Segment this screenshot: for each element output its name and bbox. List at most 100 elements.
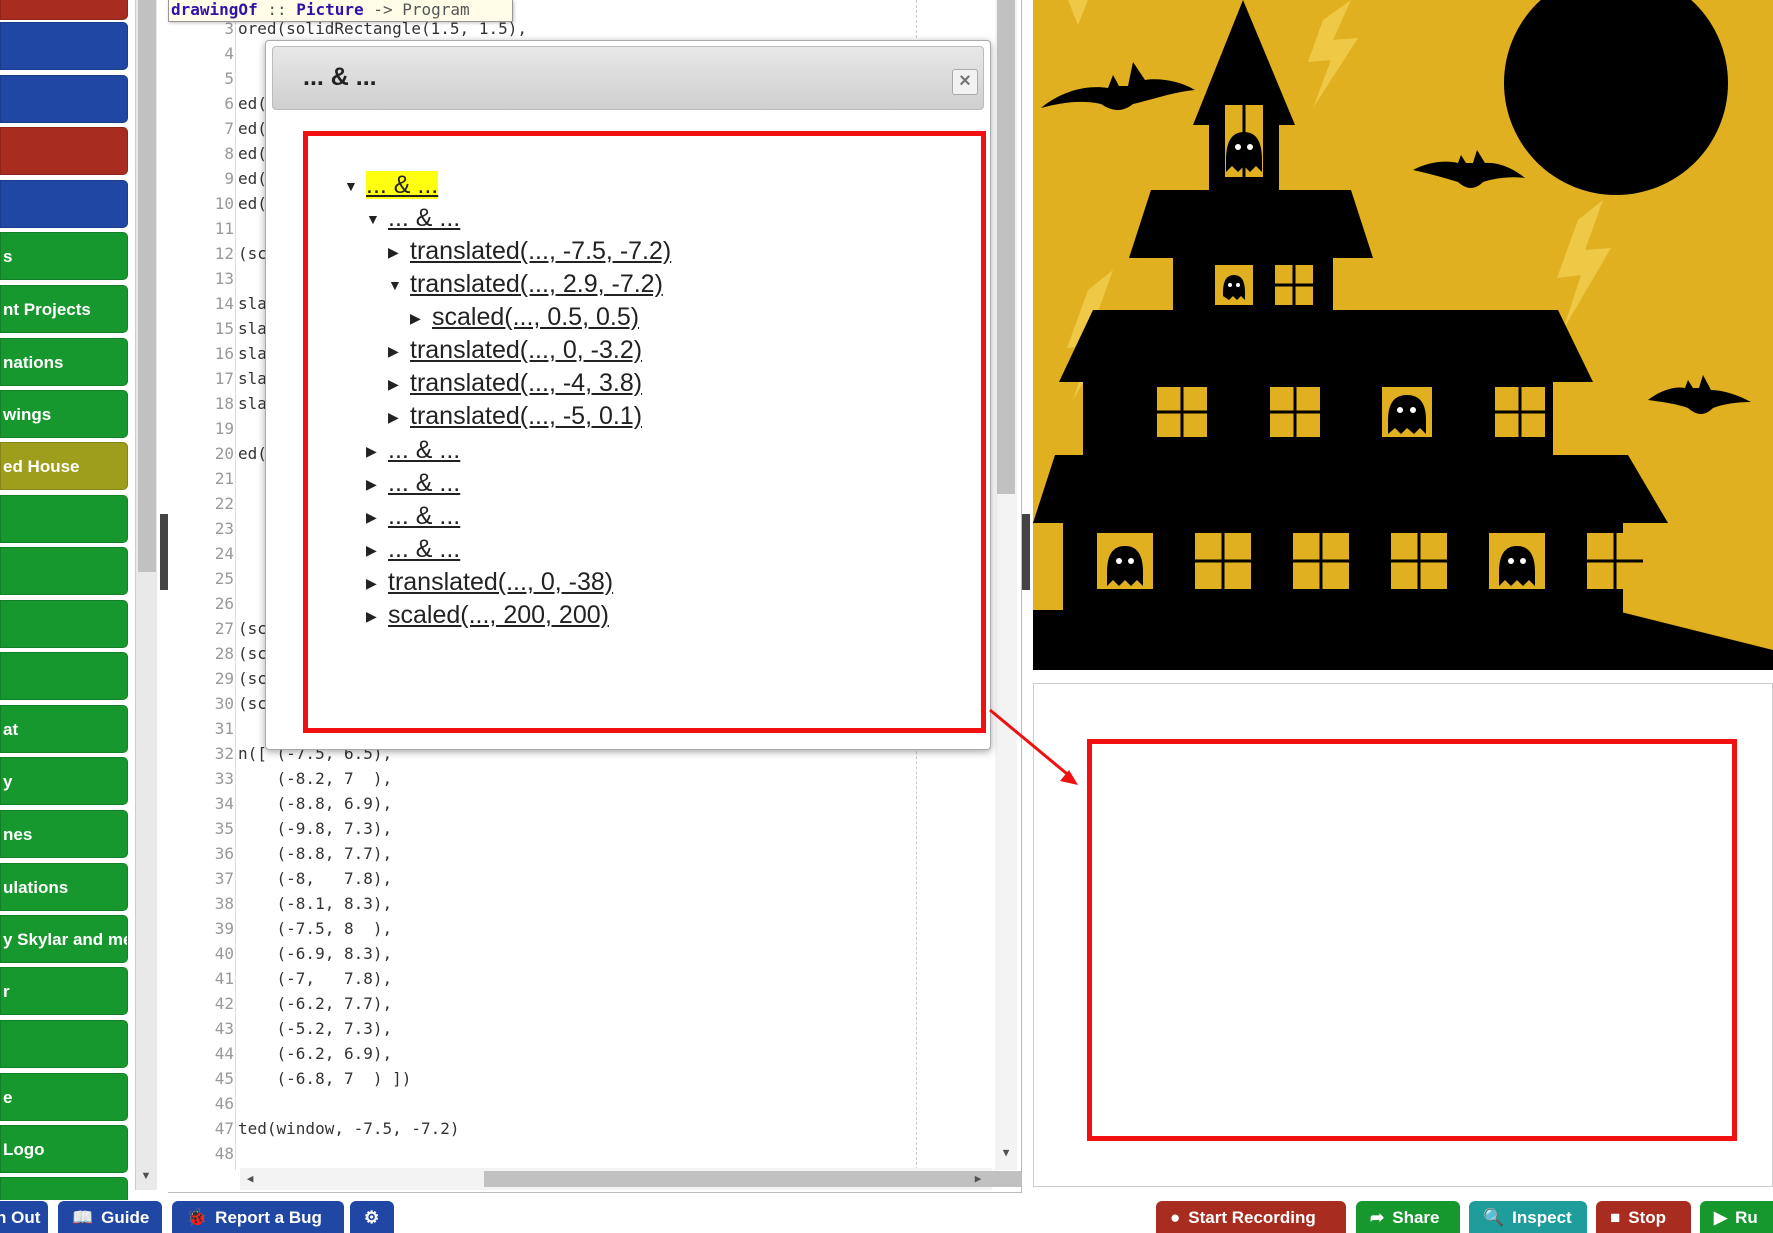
tree-node-label[interactable]: translated(..., -4, 3.8) <box>410 369 642 397</box>
run-button[interactable]: ▶ Ru <box>1700 1201 1773 1233</box>
sidebar-item-5[interactable]: s <box>0 232 128 280</box>
scroll-down-arrow-icon[interactable]: ▼ <box>997 1143 1015 1163</box>
collapse-triangle-icon[interactable]: ▼ <box>388 277 410 293</box>
code-line[interactable]: sla <box>238 291 267 316</box>
sidebar-item-1[interactable] <box>0 22 128 70</box>
code-line[interactable]: sla <box>238 366 267 391</box>
sidebar-item-22[interactable]: Logo <box>0 1125 128 1173</box>
tree-node-label[interactable]: translated(..., 0, -3.2) <box>410 336 642 364</box>
code-line[interactable]: (-8.8, 7.7), <box>238 841 393 866</box>
tree-node-label[interactable]: scaled(..., 0.5, 0.5) <box>432 303 639 331</box>
tree-node-label[interactable]: translated(..., 0, -38) <box>388 568 613 596</box>
dialog-titlebar[interactable]: ... & ... × <box>272 46 984 110</box>
scroll-down-arrow-icon[interactable]: ▼ <box>136 1166 156 1186</box>
output-canvas[interactable] <box>1033 0 1773 670</box>
sidebar-item-6[interactable]: nt Projects <box>0 285 128 333</box>
tree-node[interactable]: ▶ translated(..., 0, -3.2) <box>388 336 642 365</box>
tree-node-label[interactable]: scaled(..., 200, 200) <box>388 601 609 629</box>
inspect-button[interactable]: 🔍 Inspect <box>1469 1201 1587 1233</box>
code-line[interactable]: (-6.8, 7 ) ]) <box>238 1066 412 1091</box>
start-recording-button[interactable]: ● Start Recording <box>1156 1201 1346 1233</box>
sidebar-item-10[interactable] <box>0 495 128 543</box>
tree-node[interactable]: ▶ scaled(..., 0.5, 0.5) <box>410 303 639 332</box>
sidebar-splitter[interactable] <box>160 514 168 590</box>
code-line[interactable]: ted(window, -7.5, -7.2) <box>238 1116 460 1141</box>
guide-button[interactable]: 📖 Guide <box>58 1201 162 1233</box>
sidebar-item-0[interactable] <box>0 0 128 20</box>
expand-triangle-icon[interactable]: ▶ <box>410 310 432 327</box>
code-line[interactable]: (-8.1, 8.3), <box>238 891 393 916</box>
sidebar-item-2[interactable] <box>0 75 128 123</box>
debug-button[interactable]: ⚙ <box>350 1201 394 1233</box>
expand-triangle-icon[interactable]: ▶ <box>388 409 410 426</box>
code-line[interactable]: (-6.2, 7.7), <box>238 991 393 1016</box>
code-line[interactable]: ed( <box>238 166 267 191</box>
tree-node[interactable]: ▶ translated(..., -7.5, -7.2) <box>388 237 671 266</box>
tree-node-label[interactable]: ... & ... <box>388 469 460 497</box>
code-line[interactable]: ed( <box>238 191 267 216</box>
code-line[interactable]: (-7, 7.8), <box>238 966 393 991</box>
code-line[interactable]: (sc <box>238 641 267 666</box>
code-line[interactable]: (sc <box>238 616 267 641</box>
tree-node[interactable]: ▶ translated(..., -4, 3.8) <box>388 369 642 398</box>
expand-triangle-icon[interactable]: ▶ <box>366 575 388 592</box>
share-button[interactable]: ➦ Share <box>1356 1201 1460 1233</box>
code-line[interactable]: (sc <box>238 241 267 266</box>
report-bug-button[interactable]: 🐞 Report a Bug <box>172 1201 344 1233</box>
sidebar-item-23[interactable] <box>0 1177 128 1200</box>
sidebar-item-3[interactable] <box>0 127 128 175</box>
expand-triangle-icon[interactable]: ▶ <box>388 376 410 393</box>
sidebar-item-20[interactable] <box>0 1020 128 1068</box>
sidebar-item-17[interactable]: ulations <box>0 863 128 911</box>
sidebar-scroll-thumb[interactable] <box>138 0 156 572</box>
code-line[interactable]: (-8, 7.8), <box>238 866 393 891</box>
editor-vertical-scroll-thumb[interactable] <box>997 0 1015 494</box>
editor-output-splitter[interactable] <box>1022 514 1030 590</box>
code-line[interactable]: (-6.2, 6.9), <box>238 1041 393 1066</box>
tree-node[interactable]: ▶ translated(..., 0, -38) <box>366 568 613 597</box>
sidebar-item-9[interactable]: ed House <box>0 442 128 490</box>
collapse-triangle-icon[interactable]: ▼ <box>344 178 366 194</box>
sidebar-item-21[interactable]: e <box>0 1073 128 1121</box>
collapse-triangle-icon[interactable]: ▼ <box>366 211 388 227</box>
code-line[interactable]: (-8.8, 6.9), <box>238 791 393 816</box>
tree-node-label[interactable]: ... & ... <box>388 436 460 464</box>
code-line[interactable]: sla <box>238 391 267 416</box>
tree-node-label[interactable]: translated(..., -7.5, -7.2) <box>410 237 671 265</box>
code-line[interactable]: sla <box>238 316 267 341</box>
sidebar-item-16[interactable]: nes <box>0 810 128 858</box>
sidebar-item-12[interactable] <box>0 600 128 648</box>
tree-node-label[interactable]: translated(..., -5, 0.1) <box>410 402 642 430</box>
tree-node-label[interactable]: ... & ... <box>366 171 439 199</box>
tree-node-label[interactable]: translated(..., 2.9, -7.2) <box>410 270 663 298</box>
code-line[interactable]: (-8.2, 7 ), <box>238 766 393 791</box>
code-line[interactable]: ed( <box>238 91 267 116</box>
sidebar-item-11[interactable] <box>0 547 128 595</box>
stop-button[interactable]: ■ Stop <box>1596 1201 1691 1233</box>
expand-triangle-icon[interactable]: ▶ <box>366 542 388 559</box>
sidebar-item-8[interactable]: wings <box>0 390 128 438</box>
tree-node[interactable]: ▼ translated(..., 2.9, -7.2) <box>388 270 663 299</box>
code-line[interactable]: (-6.9, 8.3), <box>238 941 393 966</box>
code-line[interactable]: ed( <box>238 116 267 141</box>
expand-triangle-icon[interactable]: ▶ <box>366 509 388 526</box>
expand-triangle-icon[interactable]: ▶ <box>388 244 410 261</box>
code-line[interactable]: (sc <box>238 666 267 691</box>
expand-triangle-icon[interactable]: ▶ <box>366 476 388 493</box>
sidebar-item-4[interactable] <box>0 180 128 228</box>
sign-out-button[interactable]: n Out <box>0 1201 48 1233</box>
tree-node[interactable]: ▶ translated(..., -5, 0.1) <box>388 402 642 431</box>
sidebar-item-15[interactable]: y <box>0 757 128 805</box>
expand-triangle-icon[interactable]: ▶ <box>388 343 410 360</box>
editor-horizontal-scroll-thumb[interactable] <box>484 1171 1021 1187</box>
expand-triangle-icon[interactable]: ▶ <box>366 443 388 460</box>
code-line[interactable]: ed( <box>238 141 267 166</box>
code-line[interactable]: sla <box>238 341 267 366</box>
sidebar-item-18[interactable]: y Skylar and me <box>0 915 128 963</box>
sidebar-item-14[interactable]: at <box>0 705 128 753</box>
tree-node[interactable]: ▶... & ... <box>366 469 460 498</box>
code-line[interactable]: (sc <box>238 691 267 716</box>
tree-node[interactable]: ▼... & ... <box>366 204 460 233</box>
code-line[interactable]: (-5.2, 7.3), <box>238 1016 393 1041</box>
expand-triangle-icon[interactable]: ▶ <box>366 608 388 625</box>
